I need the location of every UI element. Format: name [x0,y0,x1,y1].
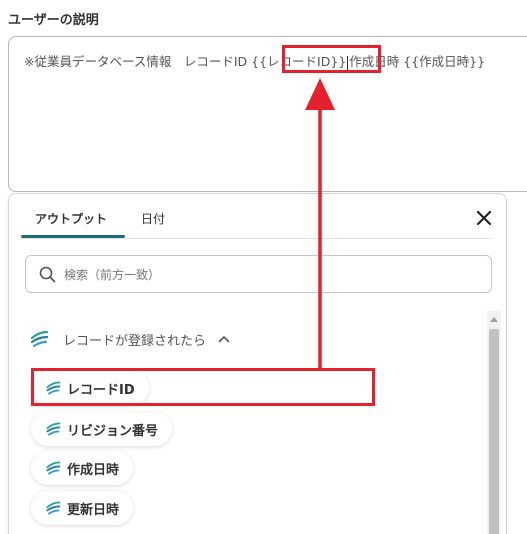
tab-bar: アウトプット 日付 [21,194,491,239]
output-picker-panel: アウトプット 日付 レコードが登録されたら [8,193,507,534]
output-item-label: レコードID [67,382,135,398]
output-item-label: リビジョン番号 [67,423,159,439]
search-icon [39,266,56,283]
text-middle: 作成日時 [349,54,400,69]
group-label: レコードが登録されたら [63,333,207,349]
close-icon [476,210,492,226]
text-prefix: ※従業員データベース情報 レコードID [24,54,248,69]
token-created-at: {{作成日時}} [403,54,486,69]
scroll-thumb[interactable] [489,329,499,534]
active-tab-indicator [21,235,125,238]
textarea-content: ※従業員データベース情報 レコードID {{レコードID}} 作成日時 {{作成日… [24,51,485,70]
kintone-logo-icon [46,461,61,475]
output-item-revision[interactable]: リビジョン番号 [31,412,173,446]
tab-output[interactable]: アウトプット [35,210,107,227]
kintone-logo-icon [30,330,49,348]
field-label: ユーザーの説明 [8,13,99,28]
token-record-id: {{レコードID}} [251,54,347,69]
output-item-created-at[interactable]: 作成日時 [31,451,134,485]
output-item-updated-at[interactable]: 更新日時 [31,491,134,525]
kintone-logo-icon [46,422,61,436]
output-item-label: 更新日時 [67,502,120,518]
kintone-logo-icon [46,381,61,395]
description-textarea[interactable]: ※従業員データベース情報 レコードID {{レコードID}} 作成日時 {{作成日… [8,36,527,192]
scrollbar[interactable] [487,311,501,534]
output-item-record-id[interactable]: レコードID [31,371,149,405]
search-input[interactable] [62,264,466,286]
tab-date[interactable]: 日付 [141,210,165,227]
kintone-logo-icon [46,501,61,515]
search-box [25,255,492,293]
chevron-up-icon [218,335,230,343]
output-item-label: 作成日時 [67,462,120,478]
close-button[interactable] [474,208,494,228]
group-header-record-registered[interactable]: レコードが登録されたら [29,328,230,350]
scroll-up-arrow-icon[interactable] [490,317,498,322]
screen: ユーザーの説明 ※従業員データベース情報 レコードID {{レコードID}} 作成… [0,0,527,534]
